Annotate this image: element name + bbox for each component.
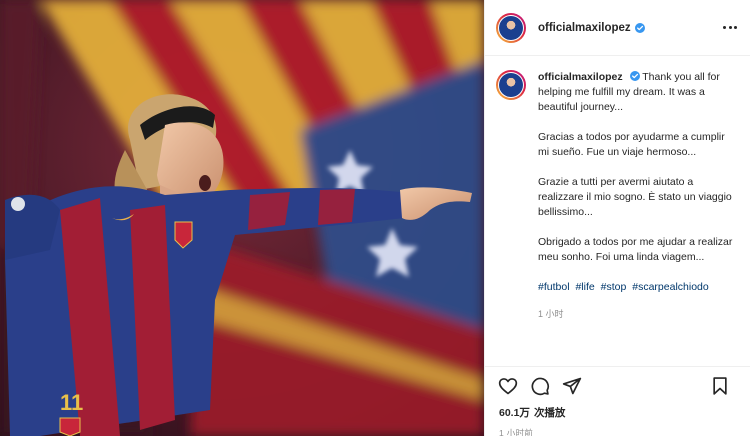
view-count[interactable]: 60.1万 次播放	[485, 405, 750, 420]
post-media[interactable]: 11	[0, 0, 484, 436]
caption: officialmaxilopez Thank you all for help…	[496, 70, 736, 322]
player-celebrating-image: 11	[0, 0, 484, 436]
verified-badge-icon	[629, 71, 640, 81]
send-icon[interactable]	[561, 375, 583, 397]
caption-timestamp: 1 小时	[538, 309, 564, 319]
hashtags: #futbol #life #stop #scarpealchiodo	[538, 280, 736, 295]
hashtag-link[interactable]: #futbol	[538, 281, 570, 293]
instagram-post: 11 officialmaxilopez officialmaxilopez T…	[0, 0, 750, 436]
hashtag-link[interactable]: #stop	[601, 281, 627, 293]
heart-icon[interactable]	[497, 375, 519, 397]
view-count-label: 次播放	[533, 407, 566, 419]
avatar[interactable]	[496, 12, 526, 43]
hashtag-link[interactable]: #scarpealchiodo	[632, 281, 708, 293]
caption-avatar[interactable]	[496, 70, 526, 100]
comment-icon[interactable]	[529, 375, 551, 397]
bookmark-icon[interactable]	[709, 375, 731, 397]
post-side-panel: officialmaxilopez officialmaxilopez Than…	[484, 0, 750, 436]
caption-username[interactable]: officialmaxilopez	[538, 71, 623, 83]
username-link[interactable]: officialmaxilopez	[538, 22, 631, 34]
caption-body: officialmaxilopez Thank you all for help…	[538, 70, 736, 322]
post-header: officialmaxilopez	[485, 0, 750, 56]
view-count-value: 60.1万	[499, 407, 530, 419]
action-bar	[485, 367, 750, 405]
hashtag-link[interactable]: #life	[575, 281, 594, 293]
caption-text-pt: Obrigado a todos por me ajudar a realiza…	[538, 236, 733, 263]
caption-text-it: Grazie a tutti per avermi aiutato a real…	[538, 176, 732, 218]
profile-picture	[499, 15, 523, 40]
post-actions-section: 60.1万 次播放 1 小时前	[485, 366, 750, 436]
svg-text:11: 11	[60, 390, 83, 415]
more-horizontal-icon[interactable]	[723, 20, 737, 34]
post-timestamp[interactable]: 1 小时前	[485, 427, 750, 436]
verified-badge-icon	[634, 22, 645, 33]
caption-text-es: Gracias a todos por ayudarme a cumplir m…	[538, 131, 725, 158]
